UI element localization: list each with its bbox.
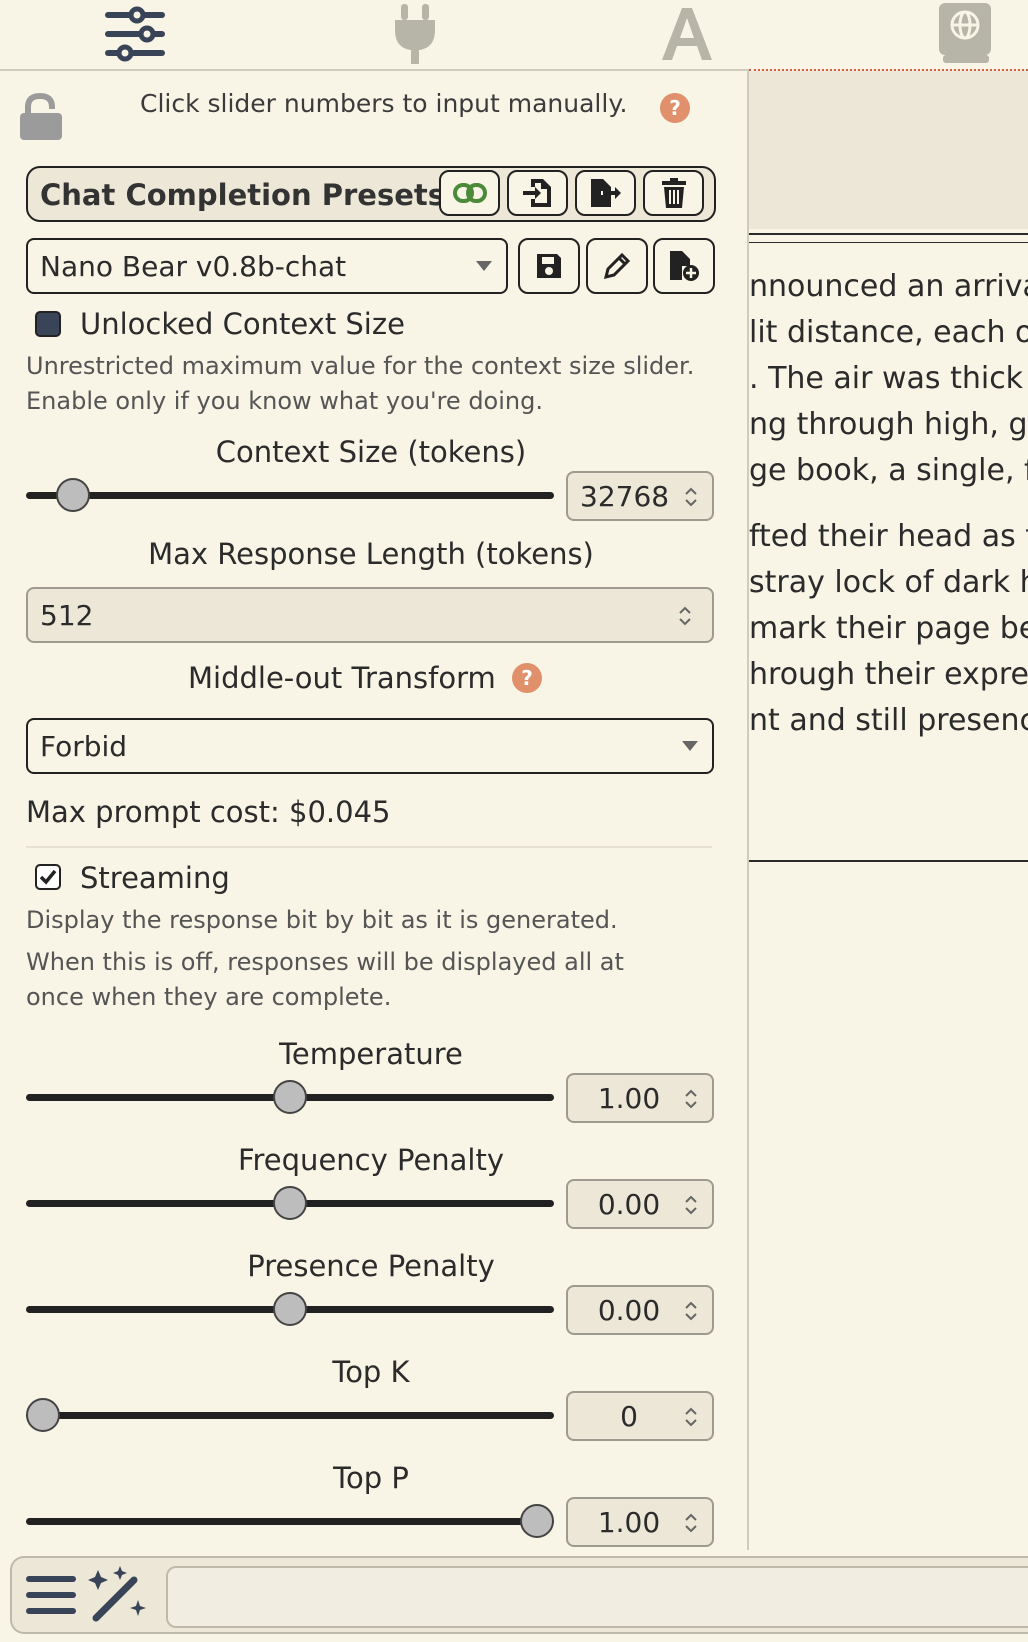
spinner-icon [679,606,691,626]
max-response-label: Max Response Length (tokens) [148,537,594,571]
context-size-label: Context Size (tokens) [215,435,527,469]
slider-thumb[interactable] [26,1398,60,1432]
slider-value-input[interactable]: 1.00 [566,1073,714,1123]
chevron-down-icon [476,261,492,271]
preset-select-value: Nano Bear v0.8b-chat [40,249,347,283]
presets-title: Chat Completion Presets [40,178,445,212]
story-line: lit distance, each or [749,315,1028,350]
max-response-value: 512 [40,598,94,632]
slider-value: 0.00 [597,1187,661,1221]
divider [26,846,712,848]
context-size-thumb[interactable] [55,478,90,512]
slider-track[interactable] [26,1412,554,1419]
story-line: fted their head as th [749,519,1028,554]
story-line: mark their page be [749,611,1028,646]
middle-out-value: Forbid [40,729,128,763]
streaming-label: Streaming [80,861,230,895]
link-button[interactable] [439,170,500,216]
preset-select[interactable]: Nano Bear v0.8b-chat [26,238,508,294]
chevron-down-icon [682,741,698,751]
unlock-icon[interactable] [18,92,64,145]
story-line: ge book, a single, fo [749,453,1028,488]
spinner-icon [685,1407,697,1427]
chat-divider [749,242,1028,243]
slider-value-input[interactable]: 1.00 [566,1497,714,1547]
plug-icon[interactable] [380,0,450,68]
chat-divider [749,860,1028,862]
context-size-track[interactable] [26,492,554,499]
sliders-icon[interactable] [100,0,170,68]
max-response-input[interactable]: 512 [26,587,714,643]
pencil-icon [603,252,631,280]
slider-track[interactable] [26,1518,554,1525]
delete-preset-button[interactable] [643,170,704,216]
story-line: . The air was thick w [749,361,1028,396]
slider-thumb[interactable] [273,1186,307,1220]
slider-value: 1.00 [597,1505,661,1539]
file-export-icon [590,179,621,207]
slider-value-input[interactable]: 0.00 [566,1285,714,1335]
help-icon[interactable]: ? [660,93,690,123]
context-size-value: 32768 [580,479,670,513]
chat-header-area [749,71,1028,229]
slider-value: 0 [620,1399,638,1433]
streaming-desc-2: When this is off, responses will be disp… [26,948,624,1011]
story-line: hrough their expres [749,657,1028,692]
slider-value-input[interactable]: 0.00 [566,1179,714,1229]
unlocked-context-checkbox[interactable] [35,311,61,337]
spinner-icon [685,1301,697,1321]
save-icon [537,254,561,278]
spinner-icon [685,487,697,507]
streaming-checkbox[interactable] [35,864,61,890]
spinner-icon [685,1513,697,1533]
font-icon[interactable] [652,0,722,68]
middle-out-label: Middle-out Transform [188,661,496,695]
settings-panel: Click slider numbers to input manually. … [0,69,749,1550]
story-line: nnounced an arrival [749,269,1028,304]
slider-label: Frequency Penalty [237,1143,505,1177]
chat-pane: nnounced an arrival lit distance, each or… [749,69,1028,1548]
book-globe-icon[interactable] [930,0,1000,68]
context-size-input[interactable]: 32768 [566,471,714,521]
slider-label: Top P [333,1461,409,1495]
save-preset-button[interactable] [518,238,580,294]
story-line: stray lock of dark ha [749,565,1028,600]
story-line: ng through high, gr [749,407,1028,442]
top-nav [0,0,1028,68]
slider-label: Temperature [279,1037,463,1071]
rename-preset-button[interactable] [586,238,648,294]
streaming-desc: Display the response bit by bit as it is… [26,906,618,934]
hint-text: Click slider numbers to input manually. [140,89,628,118]
new-preset-button[interactable] [653,238,715,294]
slider-value-input[interactable]: 0 [566,1391,714,1441]
story-line: nt and still presence [749,703,1028,738]
slider-thumb[interactable] [273,1080,307,1114]
unlocked-context-desc: Unrestricted maximum value for the conte… [26,352,695,415]
slider-value: 0.00 [597,1293,661,1327]
help-icon[interactable]: ? [512,663,542,693]
file-add-icon [670,251,699,281]
unlocked-context-label: Unlocked Context Size [80,307,405,341]
file-import-icon [522,179,551,207]
slider-label: Presence Penalty [247,1249,495,1283]
slider-thumb[interactable] [273,1292,307,1326]
magic-wand-icon[interactable] [88,1566,150,1628]
export-preset-button[interactable] [575,170,636,216]
check-icon [39,869,57,885]
slider-thumb[interactable] [520,1504,554,1538]
spinner-icon [685,1089,697,1109]
max-prompt-cost: Max prompt cost: $0.045 [26,795,391,829]
message-input[interactable] [166,1566,1028,1628]
import-preset-button[interactable] [507,170,568,216]
middle-out-select[interactable]: Forbid [26,718,714,774]
menu-icon[interactable] [26,1574,76,1620]
trash-icon [661,178,686,208]
link-icon [452,183,487,203]
slider-label: Top K [332,1355,410,1389]
chat-divider [749,233,1028,235]
slider-value: 1.00 [597,1081,661,1115]
spinner-icon [685,1195,697,1215]
